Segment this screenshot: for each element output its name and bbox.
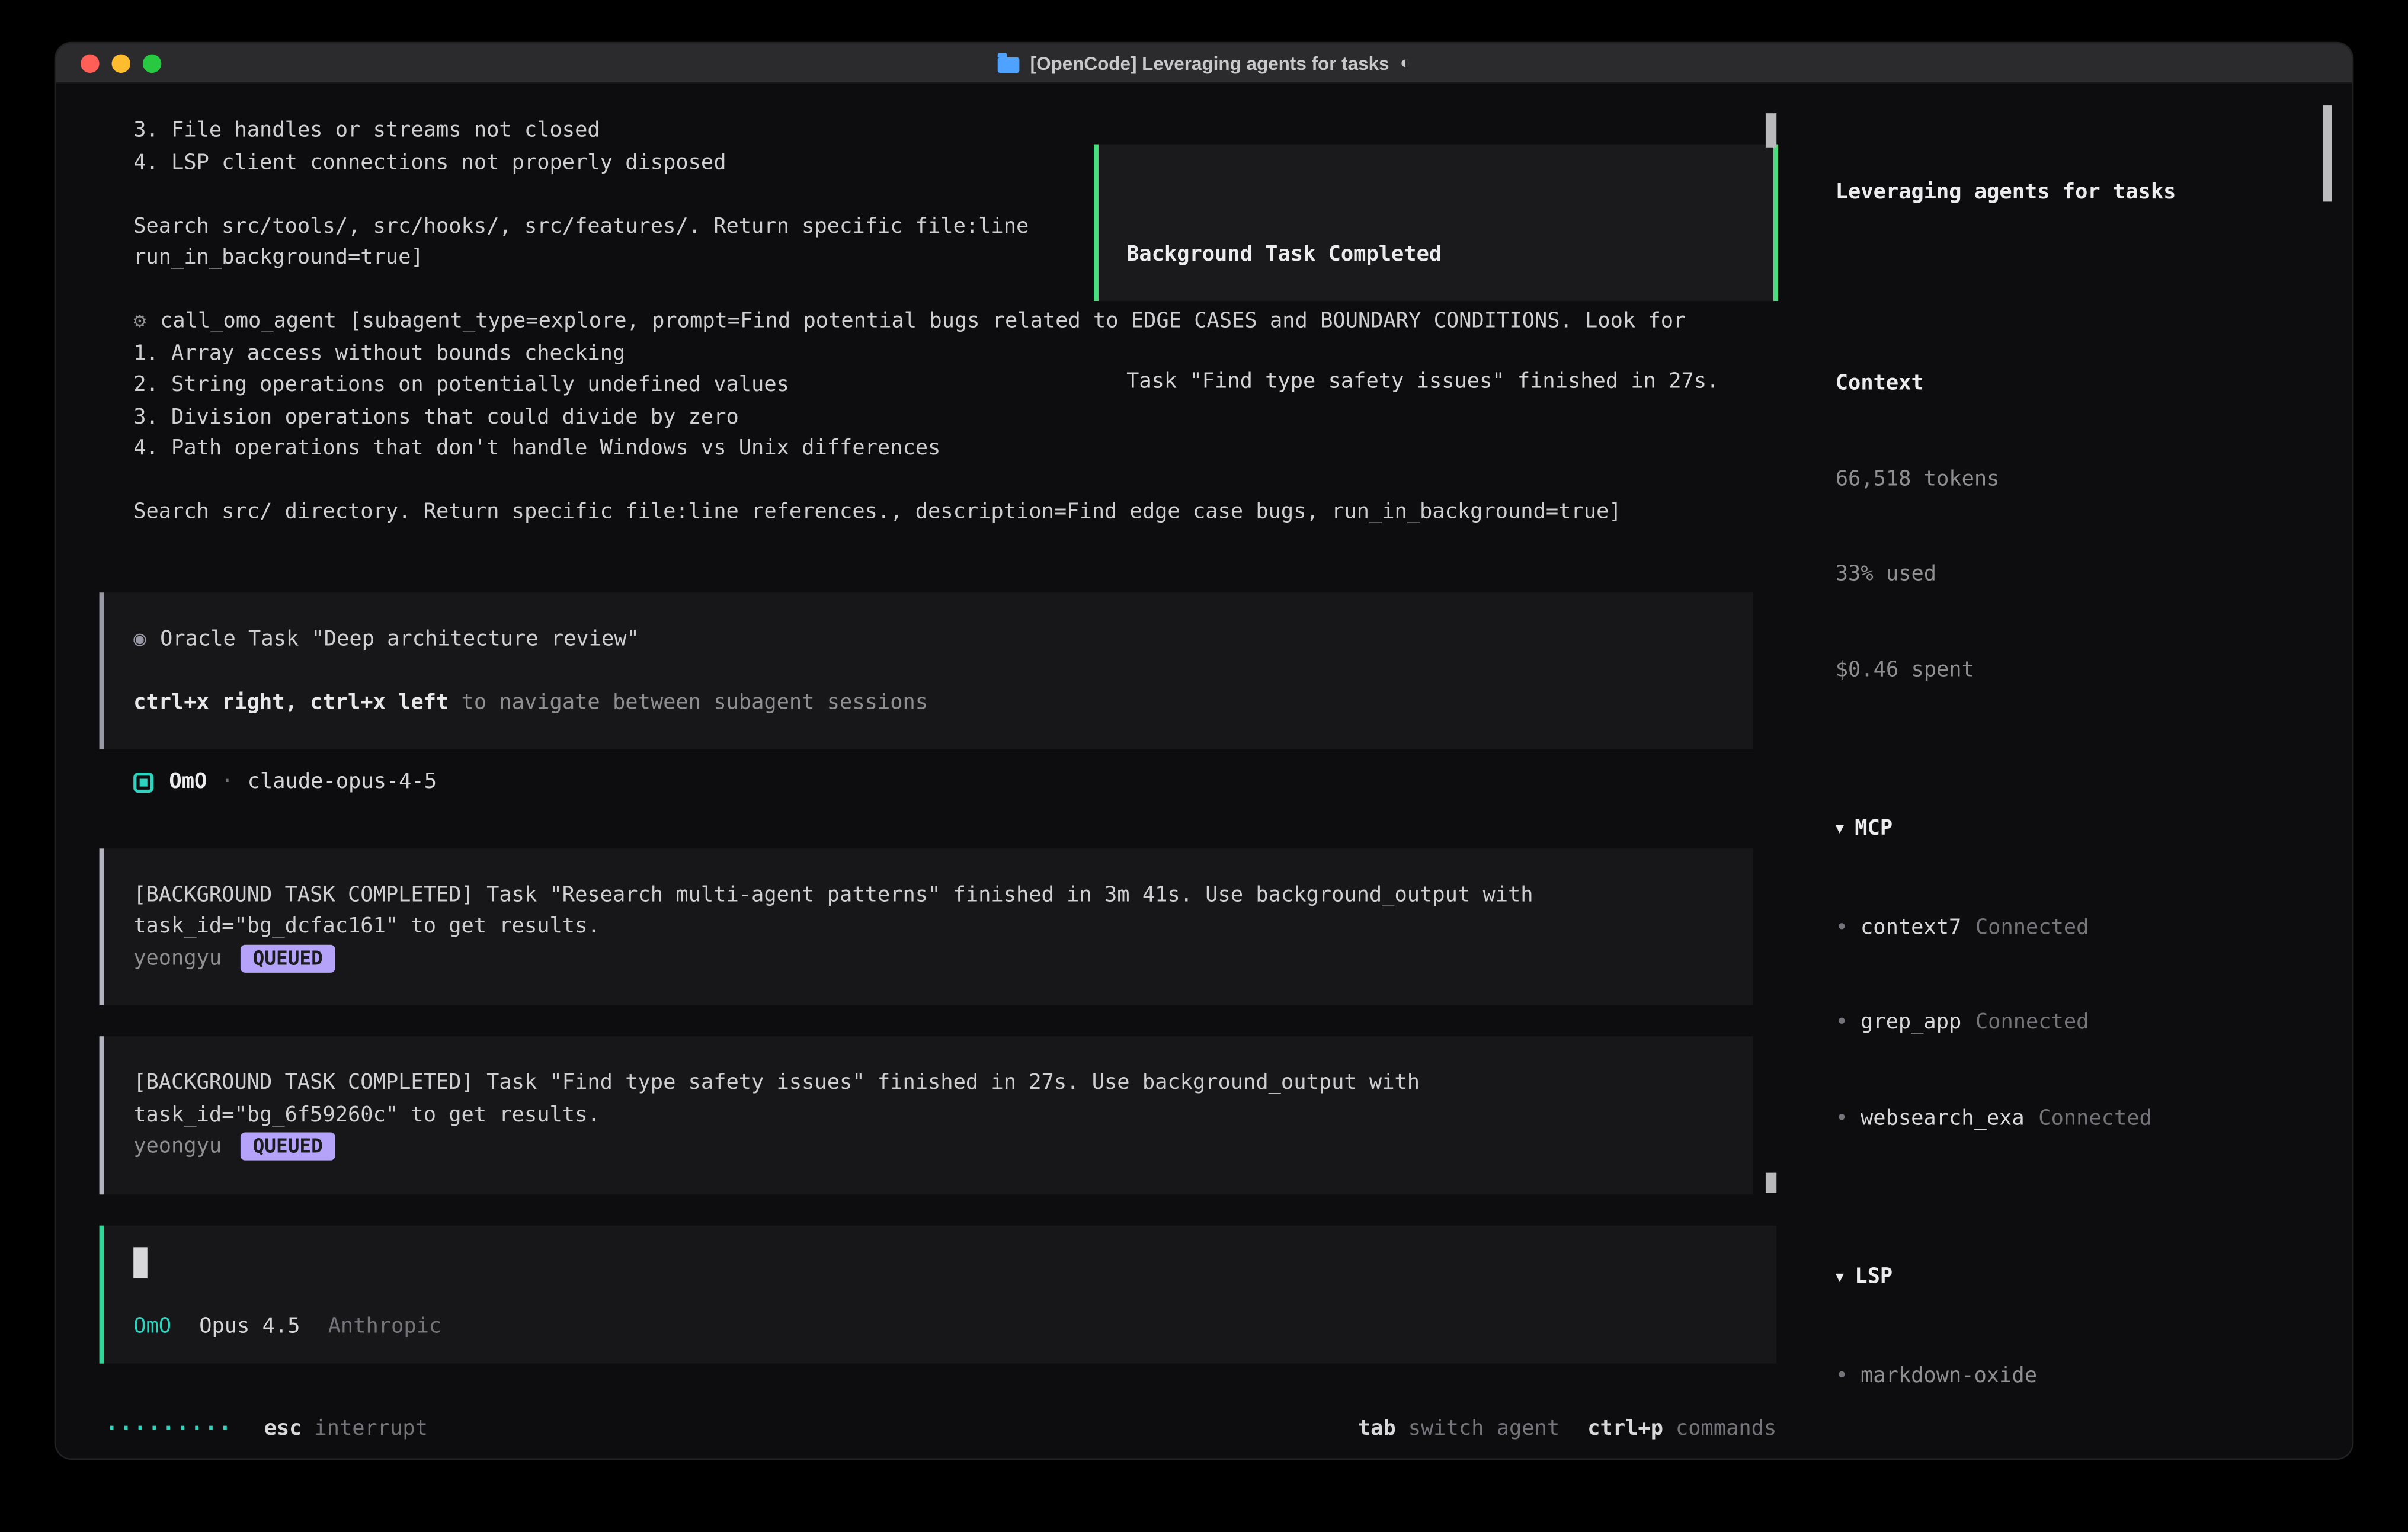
mcp-name: grep_app [1861,1010,1961,1035]
context-heading: Context [1836,368,2352,400]
mcp-item: • context7 Connected [1836,911,2352,943]
ctrlp-key-hint: ctrl+p [1587,1416,1663,1441]
mcp-name: websearch_exa [1861,1105,2025,1130]
background-task-panel: [BACKGROUND TASK COMPLETED] Task "Resear… [100,848,1753,1005]
agent-name: OmO [169,767,207,799]
task-message-line: [BACKGROUND TASK COMPLETED] Task "Resear… [133,879,1728,911]
minimize-button[interactable] [112,53,130,72]
status-bar-right: tab switch agent ctrl+p commands [1358,1416,1776,1441]
window-content: 3. File handles or streams not closed 4.… [56,84,2352,1458]
traffic-lights [81,43,161,82]
close-button[interactable] [81,53,99,72]
task-message-line: task_id="bg_6f59260c" to get results. [133,1099,1728,1131]
session-status-icon: ◐ [1400,53,1410,72]
oracle-task-title: Oracle Task "Deep architecture review" [160,626,639,651]
oracle-icon: ◉ [133,626,146,651]
lsp-section-header[interactable]: ▼ LSP [1836,1261,2352,1296]
agent-model: claude-opus-4-5 [248,767,437,799]
task-author: yeongyu [133,1131,222,1163]
context-spent: $0.46 spent [1836,654,2352,686]
toast-body: Task "Find type safety issues" finished … [1126,366,1773,398]
transcript-scrollbar-thumb[interactable] [1766,1173,1776,1193]
esc-key-hint: esc [264,1416,302,1441]
tab-key-label: switch agent [1408,1416,1560,1441]
bullet-icon: • [1836,1363,1848,1387]
lsp-heading-label: LSP [1855,1264,1893,1289]
mcp-name: context7 [1861,915,1961,940]
transcript-scrollbar-thumb[interactable] [1766,113,1776,148]
lsp-item: • markdown-oxide [1836,1360,2352,1392]
task-meta-row: yeongyu QUEUED [133,1131,1728,1163]
mcp-item: • grep_app Connected [1836,1007,2352,1039]
task-meta-row: yeongyu QUEUED [133,943,1728,975]
chevron-down-icon: ▼ [1836,815,1844,847]
agent-icon [133,772,153,792]
tab-key-hint: tab [1358,1416,1396,1441]
mcp-section-header[interactable]: ▼ MCP [1836,813,2352,848]
keyboard-shortcut: ctrl+x right, ctrl+x left [133,690,449,714]
context-used: 33% used [1836,559,2352,591]
session-sidebar[interactable]: Leveraging agents for tasks Context 66,5… [1811,84,2352,1458]
oracle-title-line: ◉ Oracle Task "Deep architecture review" [133,623,1728,655]
task-message-line: [BACKGROUND TASK COMPLETED] Task "Find t… [133,1068,1728,1100]
background-task-panel: [BACKGROUND TASK COMPLETED] Task "Find t… [100,1036,1753,1194]
status-badge: QUEUED [241,944,335,972]
desktop: [OpenCode] Leveraging agents for tasks ◐… [0,0,2408,1532]
zoom-button[interactable] [143,53,161,72]
ctrlp-key-label: commands [1676,1416,1776,1441]
lsp-item: •typescript [1836,1455,2352,1458]
terminal-window: [OpenCode] Leveraging agents for tasks ◐… [56,43,2352,1458]
session-title: Leveraging agents for tasks [1836,177,2352,209]
folder-icon [998,57,1020,72]
mcp-status: Connected [1975,915,2089,940]
toast-notification: Background Task Completed Task "Find typ… [1094,145,1778,301]
chat-main-area: 3. File handles or streams not closed 4.… [56,84,1811,1458]
mcp-status: Connected [1975,1010,2089,1035]
toast-title: Background Task Completed [1126,239,1773,271]
chat-transcript[interactable]: 3. File handles or streams not closed 4.… [56,84,1811,1399]
bullet-icon: • [1836,915,1848,940]
gear-icon: ⚙ [133,309,146,334]
window-title-text: [OpenCode] Leveraging agents for tasks [1030,52,1389,74]
context-tokens: 66,518 tokens [1836,463,2352,495]
chevron-down-icon: ▼ [1836,1263,1844,1295]
prompt-input[interactable]: OmO Opus 4.5 Anthropic [100,1225,1777,1363]
task-author: yeongyu [133,943,222,975]
task-message-line: task_id="bg_dcfac161" to get results. [133,911,1728,943]
window-title: [OpenCode] Leveraging agents for tasks ◐ [998,52,1411,74]
transcript-line: 3. File handles or streams not closed [56,115,1811,147]
mcp-heading-label: MCP [1855,816,1893,841]
active-agent-label: OmO [133,1310,171,1342]
esc-key-label: interrupt [314,1416,428,1441]
lsp-name: markdown-oxide [1861,1363,2037,1387]
bullet-icon: • [1836,1105,1848,1130]
working-spinner-icon: ········· [105,1416,233,1441]
text-cursor [133,1246,148,1277]
window-titlebar[interactable]: [OpenCode] Leveraging agents for tasks ◐ [56,43,2352,84]
hint-text: to navigate between subagent sessions [449,690,928,714]
separator-dot: · [221,767,233,799]
bullet-icon: • [1836,1010,1848,1035]
model-info-row: OmO Opus 4.5 Anthropic [133,1310,1776,1342]
status-bar: ········· esc interrupt tab switch agent… [56,1399,1811,1459]
status-badge: QUEUED [241,1133,335,1161]
transcript-line: Search src/ directory. Return specific f… [56,496,1811,528]
mcp-status: Connected [2038,1105,2152,1130]
status-bar-left: ········· esc interrupt [105,1416,428,1441]
model-provider-label: Anthropic [328,1310,442,1342]
mcp-item: • websearch_exa Connected [1836,1102,2352,1134]
active-model-label: Opus 4.5 [199,1310,300,1342]
oracle-task-panel: ◉Oracle Task "Deep architecture review" … [100,592,1753,749]
oracle-hint-line: ctrl+x right, ctrl+x left to navigate be… [133,687,1728,719]
transcript-line [56,464,1811,496]
sidebar-scrollbar-thumb[interactable] [2323,105,2332,201]
agent-header: OmO · claude-opus-4-5 [56,767,1811,799]
